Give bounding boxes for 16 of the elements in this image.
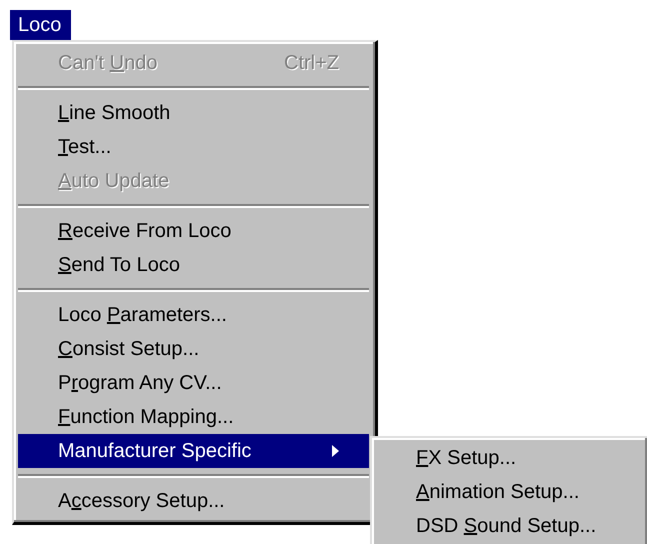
menu-item[interactable]: Send To Loco (18, 248, 369, 282)
menu-item[interactable]: Accessory Setup... (18, 484, 369, 518)
submenu-arrow-icon (332, 445, 339, 457)
menu-title[interactable]: Loco (10, 10, 72, 40)
menu-item[interactable]: Function Mapping... (18, 400, 369, 434)
shortcut-text: Ctrl+Z (284, 52, 339, 74)
menu-item[interactable]: Manufacturer Specific (18, 434, 369, 468)
menu-item[interactable]: Receive From Loco (18, 214, 369, 248)
menu-item[interactable]: Consist Setup... (18, 332, 369, 366)
menu-item[interactable]: Program Any CV... (18, 366, 369, 400)
menu-item[interactable]: Animation Setup... (376, 475, 647, 509)
menu-item[interactable]: FX Setup... (376, 441, 647, 475)
menu-item[interactable]: DSD Sound Setup... (376, 509, 647, 543)
menu-item[interactable]: Line Smooth (18, 96, 369, 130)
menu-item[interactable]: Loco Parameters... (18, 298, 369, 332)
menu-item[interactable]: Test... (18, 130, 369, 164)
